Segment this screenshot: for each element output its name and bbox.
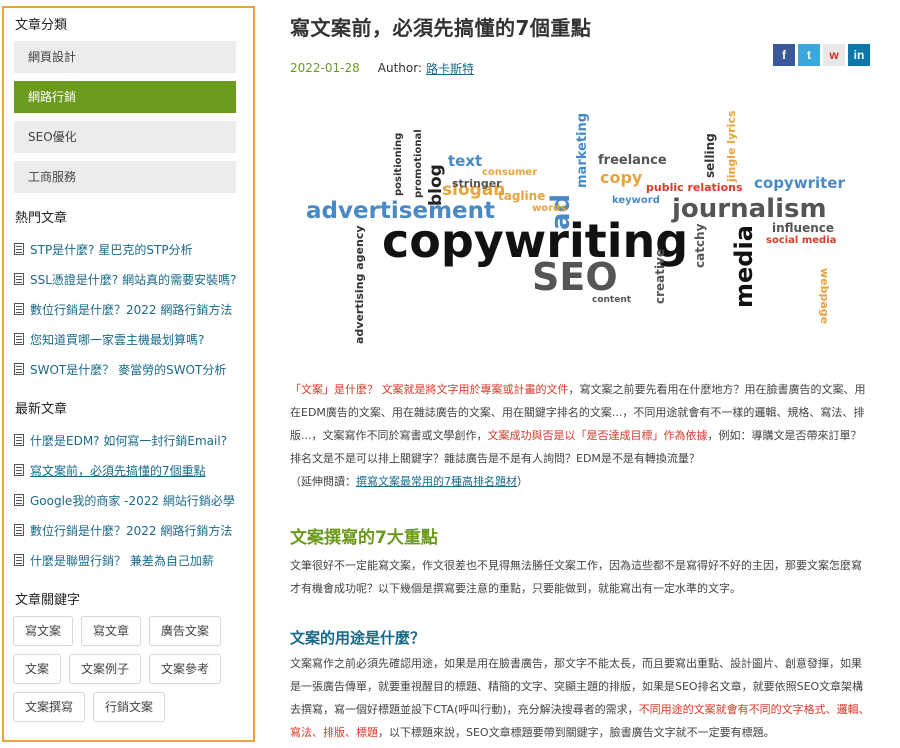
facebook-icon[interactable]: f bbox=[773, 44, 795, 66]
keyword-tag[interactable]: 文案參考 bbox=[149, 654, 222, 684]
cloud-word: stringer bbox=[452, 177, 502, 190]
list-item[interactable]: 數位行銷是什麼？2022 網路行銷方法 bbox=[14, 515, 245, 545]
intro-paragraph: 「文案」是什麼？ 文案就是將文字用於專案或計畫的文件，寫文案之前要先看用在什麼地… bbox=[290, 383, 866, 488]
cloud-word: jingle lyrics bbox=[725, 110, 738, 182]
cloud-word: advertising agency bbox=[353, 225, 366, 344]
document-icon bbox=[14, 554, 24, 566]
cloud-word: creative bbox=[653, 248, 667, 304]
page-title: 寫文案前，必須先搞懂的7個重點 bbox=[290, 16, 592, 40]
cloud-word: advertisement bbox=[306, 198, 496, 224]
latest-title: 最新文章 bbox=[15, 402, 68, 417]
cloud-word: promotional bbox=[413, 129, 424, 198]
latest-list: 什麼是EDM? 如何寫一封行銷Email? 寫文案前，必須先搞懂的7個重點 Go… bbox=[12, 425, 245, 575]
subsection-paragraph: 文案寫作之前必須先確認用途，如果是用在臉書廣告，那文字不能太長，而且要寫出重點、… bbox=[290, 657, 870, 739]
subsection-heading: 文案的用途是什麼？ bbox=[290, 629, 426, 647]
cloud-word: copy bbox=[600, 168, 643, 187]
keyword-tag[interactable]: 文案撰寫 bbox=[13, 692, 86, 722]
keyword-tag[interactable]: 文案 bbox=[13, 654, 62, 684]
weibo-icon[interactable]: w bbox=[823, 44, 845, 66]
document-icon bbox=[14, 273, 24, 285]
twitter-icon[interactable]: t bbox=[798, 44, 820, 66]
article: 寫文案前，必須先搞懂的7個重點 2022-01-28 Author: 路卡斯特 … bbox=[290, 0, 880, 739]
document-icon bbox=[14, 363, 24, 375]
categories-title: 文章分類 bbox=[15, 18, 68, 33]
list-item[interactable]: STP是什麼? 星巴克的STP分析 bbox=[14, 234, 245, 264]
popular-title: 熱門文章 bbox=[15, 211, 68, 226]
section-paragraph: 文筆很好不一定能寫文案，作文很差也不見得無法勝任文案工作，因為這些都不是寫得好不… bbox=[290, 559, 862, 595]
cloud-word: influence bbox=[772, 221, 835, 235]
cloud-word: SEO bbox=[532, 255, 618, 299]
cloud-word: text bbox=[448, 152, 483, 170]
category-web-design[interactable]: 網頁設計 bbox=[14, 41, 236, 73]
cloud-word: copywriter bbox=[754, 174, 845, 192]
list-item[interactable]: SWOT是什麼？ 麥當勞的SWOT分析 bbox=[14, 354, 245, 384]
list-item[interactable]: 什麼是EDM? 如何寫一封行銷Email? bbox=[14, 425, 245, 455]
cloud-word: content bbox=[592, 295, 632, 305]
category-seo[interactable]: SEO優化 bbox=[14, 121, 236, 153]
document-icon bbox=[14, 333, 24, 345]
cloud-word: webpage bbox=[818, 268, 831, 325]
section-heading: 文案撰寫的7大重點 bbox=[290, 528, 438, 548]
cloud-word: words bbox=[532, 203, 567, 214]
list-item-current[interactable]: 寫文案前，必須先搞懂的7個重點 bbox=[14, 455, 245, 485]
document-icon bbox=[14, 303, 24, 315]
cloud-word: journalism bbox=[672, 194, 827, 224]
document-icon bbox=[14, 494, 24, 506]
copywriting-word-cloud-image: copywriting SEO advertisement journalism… bbox=[302, 110, 862, 354]
keywords-title: 文章關鍵字 bbox=[15, 593, 81, 608]
share-buttons: f t w in bbox=[770, 44, 870, 66]
document-icon bbox=[14, 464, 24, 476]
related-article-link[interactable]: 撰寫文案最常用的7種高排名題材 bbox=[356, 475, 517, 488]
popular-list: STP是什麼? 星巴克的STP分析 SSL憑證是什麼? 網站真的需要安裝嗎? 數… bbox=[12, 234, 245, 384]
category-business-service[interactable]: 工商服務 bbox=[14, 161, 236, 193]
linkedin-icon[interactable]: in bbox=[848, 44, 870, 66]
keyword-tag[interactable]: 文案例子 bbox=[69, 654, 142, 684]
keyword-tags: 寫文案 寫文章 廣告文案 文案 文案例子 文案參考 文案撰寫 行銷文案 bbox=[13, 616, 249, 730]
cloud-word: freelance bbox=[598, 153, 667, 168]
keyword-tag[interactable]: 寫文章 bbox=[81, 616, 142, 646]
cloud-word: keyword bbox=[612, 195, 660, 206]
cloud-word: marketing bbox=[575, 112, 590, 188]
keyword-tag[interactable]: 廣告文案 bbox=[149, 616, 222, 646]
sidebar: 文章分類 網頁設計 網路行銷 SEO優化 工商服務 熱門文章 STP是什麼? 星… bbox=[2, 6, 255, 742]
keyword-tag[interactable]: 寫文案 bbox=[13, 616, 74, 646]
post-date: 2022-01-28 bbox=[290, 61, 360, 75]
cloud-word: positioning bbox=[393, 132, 404, 196]
list-item[interactable]: 您知道買哪一家雲主機最划算嗎? bbox=[14, 324, 245, 354]
cloud-word: selling bbox=[703, 133, 717, 178]
list-item[interactable]: 什麼是聯盟行銷？ 兼差為自己加薪 bbox=[14, 545, 245, 575]
cloud-word: public relations bbox=[646, 181, 743, 194]
list-item[interactable]: 數位行銷是什麼？2022 網路行銷方法 bbox=[14, 294, 245, 324]
cloud-word: social media bbox=[766, 235, 837, 246]
keyword-tag[interactable]: 行銷文案 bbox=[93, 692, 166, 722]
author-link[interactable]: 路卡斯特 bbox=[426, 60, 474, 77]
category-online-marketing[interactable]: 網路行銷 bbox=[14, 81, 236, 113]
cloud-word: media bbox=[730, 225, 758, 308]
cloud-word: tagline bbox=[498, 189, 546, 203]
list-item[interactable]: SSL憑證是什麼? 網站真的需要安裝嗎? bbox=[14, 264, 245, 294]
document-icon bbox=[14, 243, 24, 255]
document-icon bbox=[14, 434, 24, 446]
list-item[interactable]: Google我的商家 -2022 網站行銷必學 bbox=[14, 485, 245, 515]
document-icon bbox=[14, 524, 24, 536]
cloud-word: catchy bbox=[693, 223, 707, 268]
author-label: Author: bbox=[377, 61, 422, 75]
